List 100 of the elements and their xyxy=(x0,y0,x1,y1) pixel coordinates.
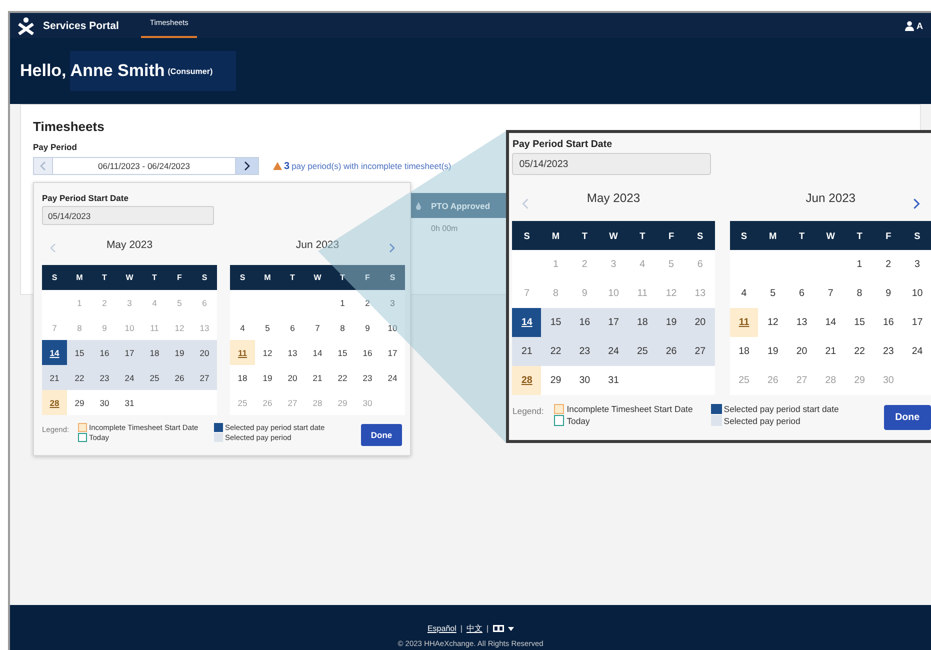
day-cell[interactable]: 23 xyxy=(570,336,600,366)
day-cell[interactable]: 16 xyxy=(874,308,903,337)
day-cell[interactable]: 20 xyxy=(686,308,715,337)
day-cell[interactable]: 5 xyxy=(758,279,788,308)
day-cell[interactable]: 16 xyxy=(355,340,380,365)
day-cell[interactable]: 20 xyxy=(192,340,217,365)
day-cell[interactable]: 18 xyxy=(730,336,758,366)
day-cell[interactable]: 16 xyxy=(92,340,117,365)
day-cell[interactable]: 22 xyxy=(541,336,570,366)
day-cell[interactable]: 19 xyxy=(255,365,280,390)
day-cell[interactable]: 18 xyxy=(142,340,167,365)
day-cell[interactable]: 30 xyxy=(92,390,117,415)
day-cell[interactable]: 28 xyxy=(512,366,542,395)
day-cell[interactable]: 11 xyxy=(230,340,255,365)
day-cell[interactable]: 18 xyxy=(628,308,657,337)
day-cell[interactable]: 4 xyxy=(730,279,758,308)
day-cell[interactable]: 2 xyxy=(874,250,903,280)
day-cell[interactable]: 15 xyxy=(67,340,92,365)
day-cell[interactable]: 23 xyxy=(92,365,117,390)
caret-icon[interactable] xyxy=(508,626,514,630)
language-icon[interactable] xyxy=(492,625,504,632)
day-cell[interactable]: 9 xyxy=(355,315,380,340)
user-icon[interactable] xyxy=(904,20,914,30)
day-cell[interactable]: 22 xyxy=(330,365,355,390)
day-cell[interactable]: 12 xyxy=(758,308,788,337)
done-button[interactable]: Done xyxy=(361,424,402,446)
day-cell[interactable]: 24 xyxy=(380,365,405,390)
day-cell[interactable]: 26 xyxy=(167,365,192,390)
day-cell[interactable]: 8 xyxy=(845,279,874,308)
day-cell[interactable]: 2 xyxy=(355,290,380,315)
day-cell[interactable]: 1 xyxy=(330,290,355,315)
date-field[interactable]: 05/14/2023 xyxy=(512,153,712,176)
day-cell[interactable]: 21 xyxy=(305,365,330,390)
day-cell[interactable]: 22 xyxy=(845,336,874,366)
day-cell[interactable]: 14 xyxy=(512,308,542,337)
done-button[interactable]: Done xyxy=(884,404,931,430)
day-cell[interactable]: 19 xyxy=(167,340,192,365)
user-name[interactable]: A xyxy=(916,20,923,30)
day-cell[interactable]: 21 xyxy=(42,365,67,390)
day-cell[interactable]: 17 xyxy=(117,340,142,365)
day-cell[interactable]: 25 xyxy=(142,365,167,390)
day-cell[interactable]: 23 xyxy=(355,365,380,390)
day-cell[interactable]: 4 xyxy=(230,315,255,340)
day-cell[interactable]: 18 xyxy=(230,365,255,390)
day-cell[interactable]: 3 xyxy=(902,250,931,280)
day-cell[interactable]: 31 xyxy=(599,366,628,395)
day-cell[interactable]: 7 xyxy=(305,315,330,340)
day-cell[interactable]: 10 xyxy=(902,279,931,308)
day-cell[interactable]: 24 xyxy=(599,336,628,366)
pay-period-field[interactable]: 06/11/2023 - 06/24/2023 xyxy=(53,157,235,175)
day-cell[interactable]: 11 xyxy=(730,308,758,337)
day-cell[interactable]: 19 xyxy=(758,336,788,366)
day-cell[interactable]: 20 xyxy=(280,365,305,390)
logo-icon[interactable] xyxy=(18,16,34,34)
warning-link[interactable]: 3 pay period(s) with incomplete timesheet(s) xyxy=(284,160,452,172)
date-field[interactable]: 05/14/2023 xyxy=(42,206,214,225)
language-link[interactable]: 中文 xyxy=(466,623,482,634)
day-cell[interactable]: 21 xyxy=(816,336,846,366)
app-name[interactable]: Services Portal xyxy=(43,20,119,32)
language-link[interactable]: Español xyxy=(427,624,456,633)
day-cell[interactable]: 24 xyxy=(902,336,931,366)
day-cell[interactable]: 20 xyxy=(787,336,816,366)
day-cell[interactable]: 28 xyxy=(42,390,67,415)
day-cell[interactable]: 1 xyxy=(845,250,874,280)
day-cell[interactable]: 15 xyxy=(845,308,874,337)
day-cell[interactable]: 14 xyxy=(305,340,330,365)
chevron-right-icon[interactable] xyxy=(244,161,250,171)
day-cell[interactable]: 10 xyxy=(380,315,405,340)
day-cell[interactable]: 16 xyxy=(570,308,600,337)
day-cell[interactable]: 17 xyxy=(902,308,931,337)
chevron-right-icon[interactable] xyxy=(913,198,920,210)
day-cell[interactable]: 21 xyxy=(512,336,542,366)
next-period-button[interactable] xyxy=(235,157,259,175)
day-cell[interactable]: 30 xyxy=(570,366,600,395)
day-cell[interactable]: 17 xyxy=(599,308,628,337)
day-cell[interactable]: 22 xyxy=(67,365,92,390)
day-cell[interactable]: 29 xyxy=(67,390,92,415)
day-cell[interactable]: 15 xyxy=(541,308,570,337)
day-cell[interactable]: 8 xyxy=(330,315,355,340)
day-cell[interactable]: 9 xyxy=(874,279,903,308)
day-cell[interactable]: 14 xyxy=(42,340,67,365)
day-cell[interactable]: 13 xyxy=(787,308,816,337)
day-cell[interactable]: 15 xyxy=(330,340,355,365)
day-cell[interactable]: 14 xyxy=(816,308,846,337)
day-cell[interactable]: 12 xyxy=(255,340,280,365)
day-cell[interactable]: 7 xyxy=(816,279,846,308)
day-cell[interactable]: 23 xyxy=(874,336,903,366)
day-cell[interactable]: 29 xyxy=(541,366,570,395)
day-cell[interactable]: 6 xyxy=(787,279,816,308)
day-cell[interactable]: 25 xyxy=(628,336,657,366)
day-cell[interactable]: 27 xyxy=(192,365,217,390)
day-cell[interactable]: 24 xyxy=(117,365,142,390)
day-cell[interactable]: 27 xyxy=(686,336,715,366)
day-cell[interactable]: 19 xyxy=(656,308,686,337)
day-cell[interactable]: 26 xyxy=(656,336,686,366)
day-cell[interactable]: 6 xyxy=(280,315,305,340)
day-cell[interactable]: 13 xyxy=(280,340,305,365)
day-cell[interactable]: 31 xyxy=(117,390,142,415)
day-cell[interactable]: 17 xyxy=(380,340,405,365)
day-cell[interactable]: 5 xyxy=(255,315,280,340)
